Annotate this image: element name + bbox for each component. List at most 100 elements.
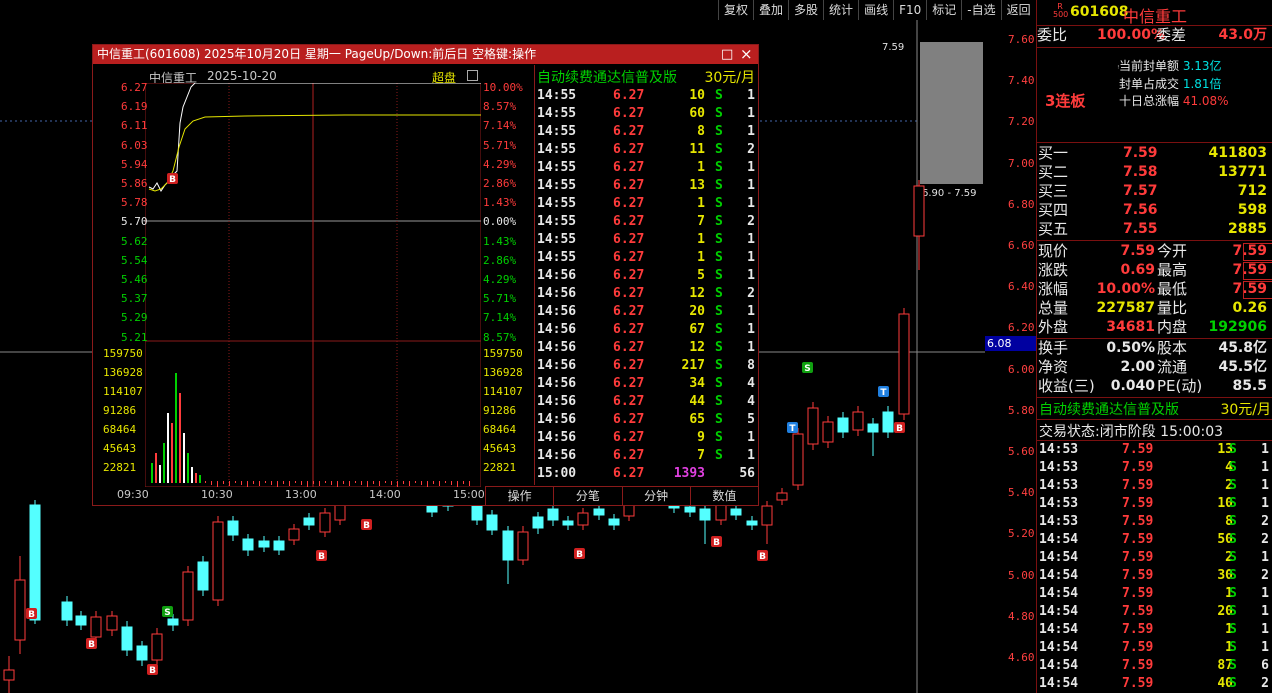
- tick-row[interactable]: 14:53 7.59 4 S 1: [1039, 459, 1271, 477]
- popup-trade-row[interactable]: 14:56 6.27 67 S 1: [537, 321, 757, 339]
- popup-trade-row[interactable]: 14:55 6.27 10 S 1: [537, 87, 757, 105]
- popup-trade-row[interactable]: 14:55 6.27 13 S 1: [537, 177, 757, 195]
- toolbar-button[interactable]: 多股: [788, 0, 823, 20]
- bid-label: 买三: [1038, 182, 1069, 200]
- quote-panel: R 500 601608 中信重工 委比 100.00% 委差 43.0万 ᵎ当…: [1036, 0, 1272, 693]
- popup-trade-row[interactable]: 14:55 6.27 1 S 1: [537, 231, 757, 249]
- candle-body: [136, 645, 148, 661]
- stat-label: PE(动): [1157, 377, 1203, 395]
- popup-trade-count: 2: [747, 286, 755, 301]
- tick-row[interactable]: 14:54 7.59 87 S 6: [1039, 657, 1271, 675]
- bid-row[interactable]: 买五 7.55 2885: [1037, 220, 1271, 239]
- restore-icon[interactable]: □: [721, 45, 733, 64]
- candle-body: [898, 313, 910, 415]
- tick-row[interactable]: 14:54 7.59 1 S 1: [1039, 621, 1271, 639]
- popup-tab[interactable]: 操作: [485, 487, 553, 506]
- tick-time: 14:54: [1039, 658, 1079, 673]
- tick-row[interactable]: 14:53 7.59 2 S 1: [1039, 477, 1271, 495]
- toolbar-button[interactable]: 叠加: [753, 0, 788, 20]
- stat-label: 最高: [1157, 261, 1188, 279]
- toolbar-button[interactable]: -自选: [961, 0, 1000, 20]
- popup-trade-count: 1: [747, 304, 755, 319]
- popup-tab[interactable]: 分钟: [621, 487, 690, 506]
- popup-price-label: 5.94: [121, 157, 148, 171]
- popup-trade-price: 6.27: [613, 268, 645, 283]
- popup-time-label: 14:00: [369, 488, 401, 501]
- stock-name: 中信重工: [1123, 7, 1188, 26]
- popup-trade-row[interactable]: 14:55 6.27 8 S 1: [537, 123, 757, 141]
- candle-body: [608, 518, 620, 526]
- popup-trade-row[interactable]: 14:56 6.27 217 S 8: [537, 357, 757, 375]
- intraday-popup[interactable]: 中信重工(601608) 2025年10月20日 星期一 PageUp/Down…: [92, 44, 759, 506]
- popup-trade-row[interactable]: 14:55 6.27 11 S 2: [537, 141, 757, 159]
- popup-trade-row[interactable]: 14:56 6.27 34 S 4: [537, 375, 757, 393]
- popup-trade-time: 14:56: [537, 286, 577, 301]
- popup-trade-list[interactable]: 自动续费通达信普及版 30元/月 14:55 6.27 10 S 1 14:55 6.27 60…: [534, 65, 757, 485]
- popup-trade-row[interactable]: 14:56 6.27 9 S 1: [537, 429, 757, 447]
- popup-trade-row[interactable]: 14:55 6.27 1 S 1: [537, 159, 757, 177]
- popup-ad[interactable]: 自动续费通达信普及版 30元/月: [537, 67, 755, 87]
- tick-row[interactable]: 14:54 7.59 20 S 1: [1039, 603, 1271, 621]
- popup-trade-row[interactable]: 15:00 6.27 1393 56: [537, 465, 757, 483]
- popup-tab[interactable]: 数值: [689, 487, 758, 506]
- tick-row[interactable]: 14:53 7.59 13 S 1: [1039, 441, 1271, 459]
- popup-trade-row[interactable]: 14:55 6.27 60 S 1: [537, 105, 757, 123]
- popup-trade-row[interactable]: 14:55 6.27 7 S 2: [537, 213, 757, 231]
- popup-trade-row[interactable]: 14:56 6.27 20 S 1: [537, 303, 757, 321]
- tick-row[interactable]: 14:54 7.59 2 S 1: [1039, 549, 1271, 567]
- candle-body: [623, 504, 635, 517]
- popup-trade-price: 6.27: [613, 394, 645, 409]
- tick-row[interactable]: 14:54 7.59 50 S 2: [1039, 531, 1271, 549]
- tick-row[interactable]: 14:54 7.59 1 S 1: [1039, 639, 1271, 657]
- popup-price-label: 5.21: [121, 330, 148, 344]
- toolbar-button[interactable]: 统计: [823, 0, 858, 20]
- stat-value: 45.8亿: [1218, 340, 1267, 356]
- tick-row[interactable]: 14:54 7.59 40 S 2: [1039, 675, 1271, 693]
- popup-trade-row[interactable]: 14:56 6.27 65 S 5: [537, 411, 757, 429]
- toolbar-button[interactable]: 返回: [1000, 0, 1036, 20]
- bid-row[interactable]: 买三 7.57 712: [1037, 182, 1271, 201]
- bid-row[interactable]: 买二 7.58 13771: [1037, 163, 1271, 182]
- bid-label: 买一: [1038, 144, 1069, 162]
- popup-trade-side: S: [715, 214, 723, 229]
- popup-trade-row[interactable]: 14:56 6.27 5 S 1: [537, 267, 757, 285]
- popup-trade-row[interactable]: 14:55 6.27 1 S 1: [537, 249, 757, 267]
- tick-row[interactable]: 14:54 7.59 30 S 2: [1039, 567, 1271, 585]
- ad-banner[interactable]: 自动续费通达信普及版 30元/月: [1039, 399, 1271, 419]
- tick-side: S: [1229, 550, 1237, 565]
- bid-row[interactable]: 买四 7.56 598: [1037, 201, 1271, 220]
- candle-body: [837, 417, 849, 433]
- popup-trade-volume: 11: [689, 142, 705, 157]
- popup-trade-side: S: [715, 322, 723, 337]
- tick-side: S: [1229, 640, 1237, 655]
- stat-row: 总量 227587 量比 0.26: [1037, 299, 1271, 318]
- tick-time: 14:54: [1039, 622, 1079, 637]
- popup-trade-volume: 1: [697, 160, 705, 175]
- popup-trade-side: S: [715, 142, 723, 157]
- popup-price-label: 6.03: [121, 138, 148, 152]
- popup-pct-label: 0.00%: [483, 215, 517, 229]
- toolbar-button[interactable]: 画线: [858, 0, 893, 20]
- popup-pct-label: 2.86%: [483, 253, 517, 267]
- toolbar-button[interactable]: 标记: [926, 0, 961, 20]
- stat-label: 最低: [1157, 280, 1188, 298]
- popup-trade-price: 6.27: [613, 178, 645, 193]
- popup-trade-row[interactable]: 14:56 6.27 12 S 2: [537, 285, 757, 303]
- close-icon[interactable]: ×: [740, 45, 753, 64]
- popup-trade-row[interactable]: 14:56 6.27 12 S 1: [537, 339, 757, 357]
- toolbar-button[interactable]: 复权: [718, 0, 753, 20]
- tick-row[interactable]: 14:53 7.59 10 S 1: [1039, 495, 1271, 513]
- tick-row[interactable]: 14:53 7.59 8 S 2: [1039, 513, 1271, 531]
- toolbar-button[interactable]: F10: [893, 0, 926, 20]
- tick-list[interactable]: 14:53 7.59 13 S 1 14:53 7.59 4 S 1 14:53 7.59 2 S 1 14:…: [1037, 441, 1272, 693]
- popup-tab[interactable]: 分笔: [553, 487, 621, 506]
- bid-row[interactable]: 买一 7.59 411803: [1037, 144, 1271, 163]
- popup-trade-row[interactable]: 14:55 6.27 1 S 1: [537, 195, 757, 213]
- popup-trade-row[interactable]: 14:56 6.27 7 S 1: [537, 447, 757, 465]
- axis-label: 5.60: [1008, 445, 1035, 458]
- popup-trade-row[interactable]: 14:56 6.27 44 S 4: [537, 393, 757, 411]
- bid-volume: 411803: [1208, 145, 1267, 161]
- popup-trade-price: 6.27: [613, 322, 645, 337]
- tick-row[interactable]: 14:54 7.59 1 S 1: [1039, 585, 1271, 603]
- tick-time: 14:54: [1039, 640, 1079, 655]
